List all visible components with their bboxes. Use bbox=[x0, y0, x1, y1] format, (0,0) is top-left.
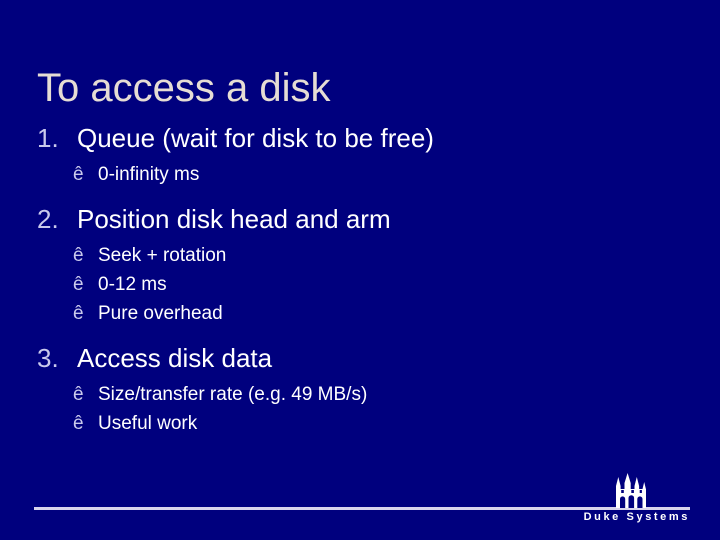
list-item-2: 2. Position disk head and arm bbox=[37, 203, 687, 235]
bullet-marker-icon: ê bbox=[73, 413, 84, 434]
bullet-marker-icon: ê bbox=[73, 384, 84, 405]
bullet-marker-icon: ê bbox=[73, 303, 84, 324]
page-title: To access a disk bbox=[37, 65, 331, 110]
sub-bullet-text: Seek + rotation bbox=[98, 245, 227, 266]
sub-bullet-text: Size/transfer rate (e.g. 49 MB/s) bbox=[98, 384, 368, 405]
duke-chapel-tower-icon bbox=[610, 473, 650, 508]
slide-body-list: 1. Queue (wait for disk to be free) ê 0-… bbox=[37, 122, 687, 438]
list-text-3: Access disk data bbox=[77, 343, 273, 373]
list-number-3: 3. bbox=[37, 343, 59, 373]
list-number-2: 2. bbox=[37, 204, 59, 234]
list-text-2: Position disk head and arm bbox=[77, 204, 391, 234]
sub-bullet-text: 0-12 ms bbox=[98, 274, 167, 295]
sub-bullet-1-1: ê 0-infinity ms bbox=[73, 160, 687, 189]
sub-bullet-text: Useful work bbox=[98, 413, 198, 434]
sub-bullet-3-2: ê Useful work bbox=[73, 409, 687, 438]
footer-logo-label: Duke Systems bbox=[583, 511, 690, 523]
list-item-1: 1. Queue (wait for disk to be free) bbox=[37, 122, 687, 154]
footer-logo: Duke Systems bbox=[560, 473, 695, 535]
bullet-marker-icon: ê bbox=[73, 164, 84, 185]
bullet-marker-icon: ê bbox=[73, 245, 84, 266]
sub-bullet-2-3: ê Pure overhead bbox=[73, 299, 687, 328]
sub-bullet-text: Pure overhead bbox=[98, 303, 223, 324]
sub-bullet-text: 0-infinity ms bbox=[98, 164, 200, 185]
list-item-3: 3. Access disk data bbox=[37, 342, 687, 374]
presentation-slide: To access a disk 1. Queue (wait for disk… bbox=[0, 0, 720, 540]
list-text-1: Queue (wait for disk to be free) bbox=[77, 123, 434, 153]
sub-bullet-3-1: ê Size/transfer rate (e.g. 49 MB/s) bbox=[73, 380, 687, 409]
bullet-marker-icon: ê bbox=[73, 274, 84, 295]
sub-bullet-2-2: ê 0-12 ms bbox=[73, 270, 687, 299]
sub-bullet-2-1: ê Seek + rotation bbox=[73, 241, 687, 270]
list-number-1: 1. bbox=[37, 123, 59, 153]
